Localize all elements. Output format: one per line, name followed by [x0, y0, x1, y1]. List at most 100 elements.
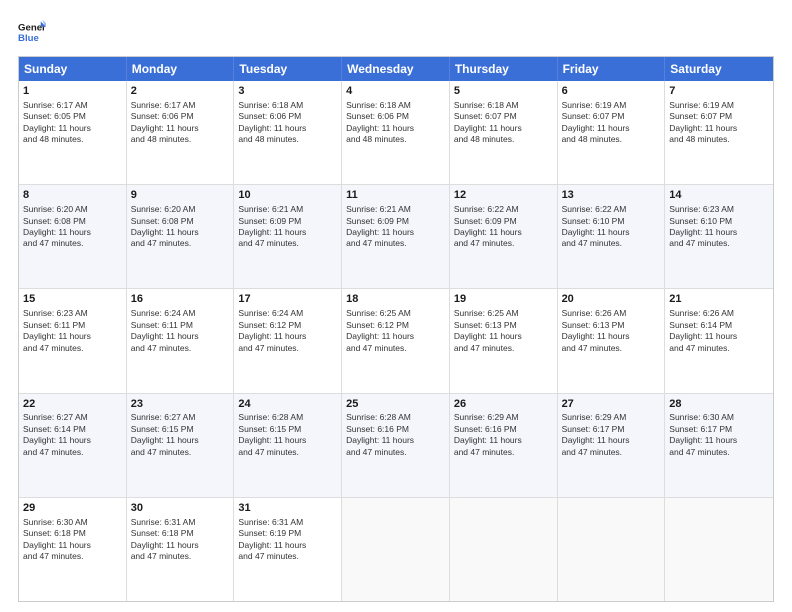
- calendar-row-2: 8Sunrise: 6:20 AM Sunset: 6:08 PM Daylight…: [19, 184, 773, 288]
- day-info-line: Sunrise: 6:17 AM: [23, 100, 122, 111]
- day-info-line: Sunrise: 6:24 AM: [238, 308, 337, 319]
- day-info-line: Daylight: 11 hours: [454, 123, 553, 134]
- day-cell-29: 29Sunrise: 6:30 AMSunset: 6:18 PMDayligh…: [19, 498, 127, 601]
- day-info-line: Sunrise: 6:31 AM: [238, 517, 337, 528]
- day-info-line: and 48 minutes.: [238, 134, 337, 145]
- day-info-line: and 48 minutes.: [669, 134, 769, 145]
- day-info-line: Sunrise: 6:28 AM: [346, 412, 445, 423]
- day-cell-30: 30Sunrise: 6:31 AMSunset: 6:18 PMDayligh…: [127, 498, 235, 601]
- day-info-line: Sunrise: 6:31 AM: [131, 517, 230, 528]
- day-info-line: Daylight: 11 hours: [346, 435, 445, 446]
- day-info-line: Daylight: 11 hours: [131, 123, 230, 134]
- day-info-line: and 47 minutes.: [238, 447, 337, 458]
- day-cell-4: 4Sunrise: 6:18 AMSunset: 6:06 PMDaylight…: [342, 81, 450, 184]
- day-number: 11: [346, 188, 445, 203]
- day-info-line: Sunrise: 6:29 AM: [454, 412, 553, 423]
- calendar-row-3: 15Sunrise: 6:23 AMSunset: 6:11 PMDayligh…: [19, 288, 773, 392]
- day-info-line: Sunrise: 6:27 AM: [23, 412, 122, 423]
- day-info-line: and 47 minutes.: [346, 238, 445, 249]
- calendar-row-4: 22Sunrise: 6:27 AMSunset: 6:14 PMDayligh…: [19, 393, 773, 497]
- day-info-line: Sunset: 6:19 PM: [238, 528, 337, 539]
- day-info-line: Daylight: 11 hours: [669, 435, 769, 446]
- day-info-line: Sunset: 6:11 PM: [23, 320, 122, 331]
- day-info-line: and 48 minutes.: [454, 134, 553, 145]
- day-info-line: and 47 minutes.: [562, 343, 661, 354]
- day-cell-16: 16Sunrise: 6:24 AMSunset: 6:11 PMDayligh…: [127, 289, 235, 392]
- day-info-line: Sunrise: 6:21 AM: [346, 204, 445, 215]
- day-info-line: Daylight: 11 hours: [23, 331, 122, 342]
- day-info-line: Sunset: 6:15 PM: [131, 424, 230, 435]
- day-info-line: Daylight: 11 hours: [562, 227, 661, 238]
- day-info-line: and 48 minutes.: [23, 134, 122, 145]
- day-info-line: and 47 minutes.: [238, 343, 337, 354]
- day-info-line: and 47 minutes.: [131, 238, 230, 249]
- day-cell-28: 28Sunrise: 6:30 AMSunset: 6:17 PMDayligh…: [665, 394, 773, 497]
- day-cell-23: 23Sunrise: 6:27 AMSunset: 6:15 PMDayligh…: [127, 394, 235, 497]
- day-info-line: Sunset: 6:09 PM: [238, 216, 337, 227]
- day-info-line: and 47 minutes.: [23, 447, 122, 458]
- day-info-line: Daylight: 11 hours: [454, 227, 553, 238]
- day-info-line: and 47 minutes.: [131, 343, 230, 354]
- day-info-line: Daylight: 11 hours: [669, 227, 769, 238]
- day-cell-8: 8Sunrise: 6:20 AMSunset: 6:08 PMDaylight…: [19, 185, 127, 288]
- day-cell-13: 13Sunrise: 6:22 AMSunset: 6:10 PMDayligh…: [558, 185, 666, 288]
- day-number: 2: [131, 84, 230, 99]
- day-info-line: and 48 minutes.: [562, 134, 661, 145]
- day-info-line: and 47 minutes.: [454, 447, 553, 458]
- day-number: 22: [23, 397, 122, 412]
- day-info-line: Daylight: 11 hours: [23, 435, 122, 446]
- day-info-line: Sunset: 6:08 PM: [131, 216, 230, 227]
- day-number: 8: [23, 188, 122, 203]
- day-info-line: Daylight: 11 hours: [23, 123, 122, 134]
- day-info-line: Sunset: 6:06 PM: [346, 111, 445, 122]
- day-cell-18: 18Sunrise: 6:25 AMSunset: 6:12 PMDayligh…: [342, 289, 450, 392]
- day-info-line: Daylight: 11 hours: [23, 540, 122, 551]
- day-cell-1: 1Sunrise: 6:17 AMSunset: 6:05 PMDaylight…: [19, 81, 127, 184]
- day-info-line: Daylight: 11 hours: [454, 331, 553, 342]
- day-info-line: Sunset: 6:05 PM: [23, 111, 122, 122]
- day-info-line: Daylight: 11 hours: [238, 227, 337, 238]
- day-info-line: Sunrise: 6:23 AM: [23, 308, 122, 319]
- day-number: 30: [131, 501, 230, 516]
- day-number: 6: [562, 84, 661, 99]
- calendar-row-1: 1Sunrise: 6:17 AMSunset: 6:05 PMDaylight…: [19, 81, 773, 184]
- day-info-line: Daylight: 11 hours: [454, 435, 553, 446]
- day-info-line: Sunrise: 6:26 AM: [562, 308, 661, 319]
- day-info-line: Sunset: 6:17 PM: [669, 424, 769, 435]
- day-info-line: Sunset: 6:06 PM: [238, 111, 337, 122]
- day-info-line: and 47 minutes.: [454, 238, 553, 249]
- day-info-line: Sunrise: 6:23 AM: [669, 204, 769, 215]
- day-number: 9: [131, 188, 230, 203]
- day-cell-empty-4-3: [342, 498, 450, 601]
- header: General Blue: [18, 18, 774, 46]
- day-number: 25: [346, 397, 445, 412]
- day-number: 5: [454, 84, 553, 99]
- day-cell-empty-4-6: [665, 498, 773, 601]
- day-info-line: Daylight: 11 hours: [669, 123, 769, 134]
- day-cell-24: 24Sunrise: 6:28 AMSunset: 6:15 PMDayligh…: [234, 394, 342, 497]
- day-info-line: Sunrise: 6:30 AM: [23, 517, 122, 528]
- page: General Blue SundayMondayTuesdayWednesda…: [0, 0, 792, 612]
- day-info-line: and 47 minutes.: [131, 551, 230, 562]
- logo: General Blue: [18, 18, 50, 46]
- day-info-line: Sunrise: 6:20 AM: [23, 204, 122, 215]
- day-number: 16: [131, 292, 230, 307]
- day-number: 23: [131, 397, 230, 412]
- day-info-line: Daylight: 11 hours: [238, 331, 337, 342]
- calendar: SundayMondayTuesdayWednesdayThursdayFrid…: [18, 56, 774, 602]
- day-info-line: and 47 minutes.: [454, 343, 553, 354]
- day-info-line: Sunset: 6:13 PM: [562, 320, 661, 331]
- day-info-line: Daylight: 11 hours: [562, 435, 661, 446]
- day-cell-15: 15Sunrise: 6:23 AMSunset: 6:11 PMDayligh…: [19, 289, 127, 392]
- day-info-line: Sunrise: 6:18 AM: [238, 100, 337, 111]
- day-info-line: Sunset: 6:12 PM: [346, 320, 445, 331]
- day-info-line: Daylight: 11 hours: [238, 540, 337, 551]
- day-info-line: Sunset: 6:12 PM: [238, 320, 337, 331]
- header-day-thursday: Thursday: [450, 57, 558, 81]
- day-info-line: Daylight: 11 hours: [131, 435, 230, 446]
- day-cell-27: 27Sunrise: 6:29 AMSunset: 6:17 PMDayligh…: [558, 394, 666, 497]
- day-info-line: Sunset: 6:13 PM: [454, 320, 553, 331]
- day-cell-31: 31Sunrise: 6:31 AMSunset: 6:19 PMDayligh…: [234, 498, 342, 601]
- day-info-line: Daylight: 11 hours: [131, 331, 230, 342]
- day-info-line: Sunset: 6:14 PM: [23, 424, 122, 435]
